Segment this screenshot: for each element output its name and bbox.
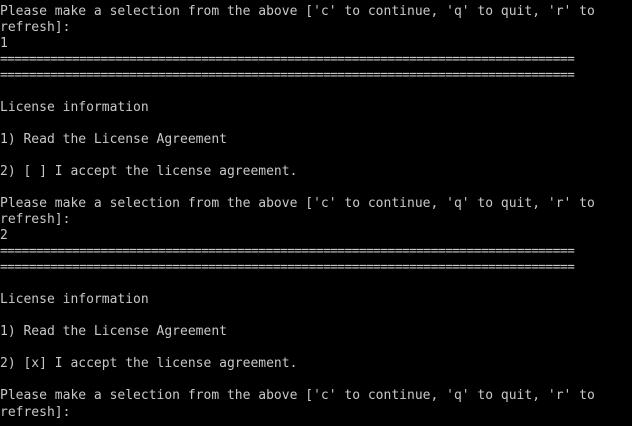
prompt-line-1: Please make a selection from the above [… <box>0 4 595 19</box>
prompt-line-2: Please make a selection from the above [… <box>0 196 595 211</box>
menu-option-read-license: 1) Read the License Agreement <box>0 324 227 339</box>
separator-line: ========================================… <box>0 260 575 275</box>
prompt-line-1-cont: refresh]: <box>0 20 71 35</box>
separator-line: ========================================… <box>0 68 575 83</box>
user-input-1: 1 <box>0 36 8 51</box>
prompt-line-3: Please make a selection from the above [… <box>0 388 595 403</box>
prompt-line-3-cont: refresh]: <box>0 405 71 420</box>
separator-line: ========================================… <box>0 52 575 67</box>
menu-option-read-license: 1) Read the License Agreement <box>0 132 227 147</box>
text-cursor[interactable] <box>70 404 78 418</box>
prompt-line-2-cont: refresh]: <box>0 212 71 227</box>
section-heading: License information <box>0 292 149 307</box>
menu-option-accept-license-checked: 2) [x] I accept the license agreement. <box>0 356 298 371</box>
menu-option-accept-license-unchecked: 2) [ ] I accept the license agreement. <box>0 164 298 179</box>
user-input-2: 2 <box>0 228 8 243</box>
terminal-window[interactable]: Please make a selection from the above [… <box>0 0 632 426</box>
active-prompt-line[interactable]: refresh]: <box>0 404 632 420</box>
section-heading: License information <box>0 100 149 115</box>
separator-line: ========================================… <box>0 244 575 259</box>
